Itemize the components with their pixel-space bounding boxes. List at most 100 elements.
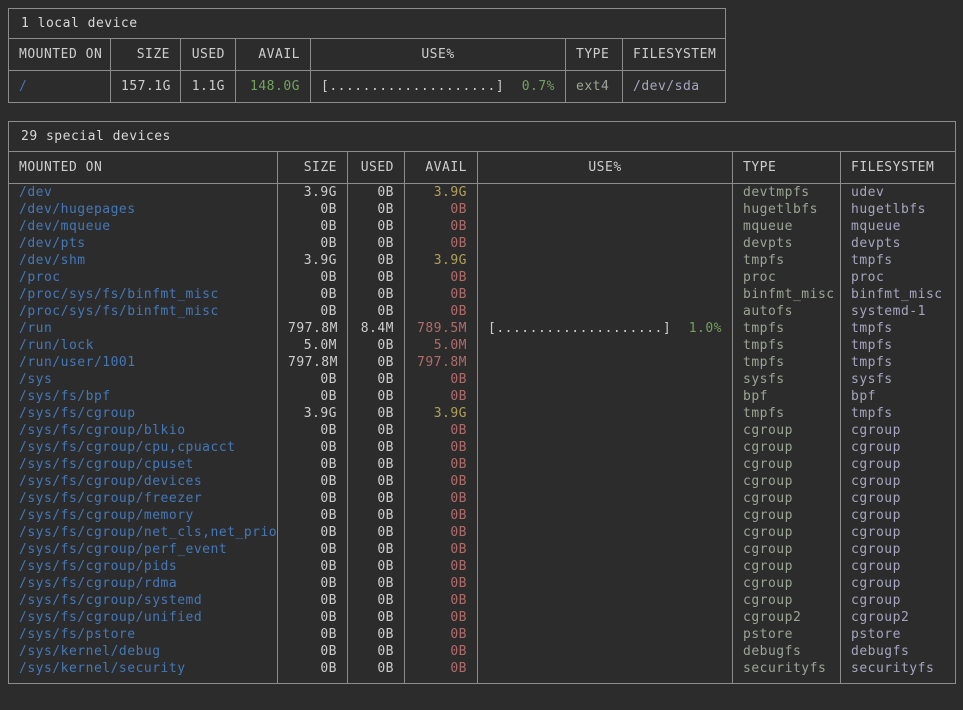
size-cell: 797.8M <box>278 354 348 371</box>
mount-point-cell: /sys/fs/cgroup/cpu,cpuacct <box>9 439 278 456</box>
use-percent-cell <box>478 388 733 405</box>
used-cell: 0B <box>348 643 405 660</box>
filesystem-cell: tmpfs <box>841 320 956 337</box>
table-row: /dev/shm 3.9G 0B 3.9G tmpfs tmpfs <box>9 252 956 269</box>
avail-cell: 0B <box>405 541 478 558</box>
filesystem-cell: cgroup <box>841 541 956 558</box>
type-cell: devpts <box>733 235 841 252</box>
use-percent-cell <box>478 269 733 286</box>
filesystem-cell: cgroup <box>841 422 956 439</box>
table-row: /sys/fs/pstore 0B 0B 0B pstore pstore <box>9 626 956 643</box>
type-cell: tmpfs <box>733 320 841 337</box>
filesystem-cell: cgroup2 <box>841 609 956 626</box>
filesystem-cell: sysfs <box>841 371 956 388</box>
type-cell: cgroup <box>733 490 841 507</box>
mount-point-cell: /run/user/1001 <box>9 354 278 371</box>
used-cell: 0B <box>348 541 405 558</box>
table-row: /proc 0B 0B 0B proc proc <box>9 269 956 286</box>
size-cell: 157.1G <box>111 71 181 103</box>
table-title-row: 29 special devices <box>9 122 956 152</box>
size-cell: 0B <box>278 490 348 507</box>
filesystem-cell: cgroup <box>841 592 956 609</box>
mount-point-cell: /run <box>9 320 278 337</box>
used-cell: 0B <box>348 354 405 371</box>
size-cell: 0B <box>278 575 348 592</box>
filesystem-cell: devpts <box>841 235 956 252</box>
size-cell: 3.9G <box>278 405 348 422</box>
type-cell: sysfs <box>733 371 841 388</box>
mount-point-cell: /sys/fs/cgroup/rdma <box>9 575 278 592</box>
filesystem-cell: cgroup <box>841 456 956 473</box>
avail-cell: 0B <box>405 575 478 592</box>
table-row: /run/lock 5.0M 0B 5.0M tmpfs tmpfs <box>9 337 956 354</box>
avail-cell: 0B <box>405 371 478 388</box>
used-cell: 0B <box>348 507 405 524</box>
use-percent-cell <box>478 558 733 575</box>
filesystem-cell: udev <box>841 184 956 202</box>
table-row: /sys 0B 0B 0B sysfs sysfs <box>9 371 956 388</box>
mount-point-cell: /dev/hugepages <box>9 201 278 218</box>
use-percent-cell <box>478 252 733 269</box>
used-cell: 0B <box>348 575 405 592</box>
type-cell: cgroup <box>733 592 841 609</box>
use-percent-cell <box>478 609 733 626</box>
mount-point-cell: /run/lock <box>9 337 278 354</box>
col-header-mounted-on: MOUNTED ON <box>9 39 111 71</box>
mount-point-cell: / <box>9 71 111 103</box>
table-title-row: 1 local device <box>9 9 726 39</box>
mount-point-cell: /sys/fs/cgroup/cpuset <box>9 456 278 473</box>
avail-cell: 797.8M <box>405 354 478 371</box>
used-cell: 0B <box>348 558 405 575</box>
type-cell: tmpfs <box>733 405 841 422</box>
special-devices-table: 29 special devices MOUNTED ON SIZE USED … <box>8 121 956 684</box>
filesystem-cell: cgroup <box>841 490 956 507</box>
table-row: /sys/fs/cgroup/freezer 0B 0B 0B cgroup c… <box>9 490 956 507</box>
size-cell: 3.9G <box>278 252 348 269</box>
table-row: /sys/fs/cgroup/memory 0B 0B 0B cgroup cg… <box>9 507 956 524</box>
filesystem-cell: cgroup <box>841 473 956 490</box>
table-row: /run/user/1001 797.8M 0B 797.8M tmpfs tm… <box>9 354 956 371</box>
usage-percent: 1.0% <box>689 320 722 337</box>
used-cell: 8.4M <box>348 320 405 337</box>
col-header-size: SIZE <box>278 152 348 184</box>
size-cell: 5.0M <box>278 337 348 354</box>
type-cell: cgroup <box>733 507 841 524</box>
use-percent-cell <box>478 422 733 439</box>
col-header-use-percent: USE% <box>478 152 733 184</box>
avail-cell: 0B <box>405 456 478 473</box>
size-cell: 0B <box>278 609 348 626</box>
used-cell: 0B <box>348 456 405 473</box>
table-row: /run 797.8M 8.4M 789.5M 1.0%[...........… <box>9 320 956 337</box>
size-cell: 0B <box>278 592 348 609</box>
mount-point-cell: /sys/kernel/security <box>9 660 278 684</box>
used-cell: 0B <box>348 388 405 405</box>
avail-cell: 0B <box>405 218 478 235</box>
use-percent-cell <box>478 218 733 235</box>
table-row: / 157.1G 1.1G 148.0G 0.7%[..............… <box>9 71 726 103</box>
table-header-row: MOUNTED ON SIZE USED AVAIL USE% TYPE FIL… <box>9 39 726 71</box>
table-row: /proc/sys/fs/binfmt_misc 0B 0B 0B autofs… <box>9 303 956 320</box>
use-percent-cell <box>478 235 733 252</box>
mount-point-cell: /sys/fs/cgroup/unified <box>9 609 278 626</box>
type-cell: cgroup <box>733 439 841 456</box>
table-row: /sys/fs/cgroup/cpuset 0B 0B 0B cgroup cg… <box>9 456 956 473</box>
type-cell: debugfs <box>733 643 841 660</box>
table-row: /dev/pts 0B 0B 0B devpts devpts <box>9 235 956 252</box>
avail-cell: 0B <box>405 201 478 218</box>
mount-point-cell: /dev/pts <box>9 235 278 252</box>
mount-point-cell: /proc/sys/fs/binfmt_misc <box>9 286 278 303</box>
used-cell: 0B <box>348 609 405 626</box>
size-cell: 3.9G <box>278 184 348 202</box>
use-percent-cell <box>478 286 733 303</box>
used-cell: 0B <box>348 201 405 218</box>
col-header-avail: AVAIL <box>236 39 311 71</box>
special-devices-title: 29 special devices <box>9 122 956 152</box>
use-percent-cell <box>478 201 733 218</box>
filesystem-cell: binfmt_misc <box>841 286 956 303</box>
avail-cell: 0B <box>405 558 478 575</box>
avail-cell: 0B <box>405 507 478 524</box>
filesystem-cell: tmpfs <box>841 337 956 354</box>
use-percent-cell <box>478 337 733 354</box>
table-row: /sys/kernel/security 0B 0B 0B securityfs… <box>9 660 956 684</box>
size-cell: 0B <box>278 558 348 575</box>
